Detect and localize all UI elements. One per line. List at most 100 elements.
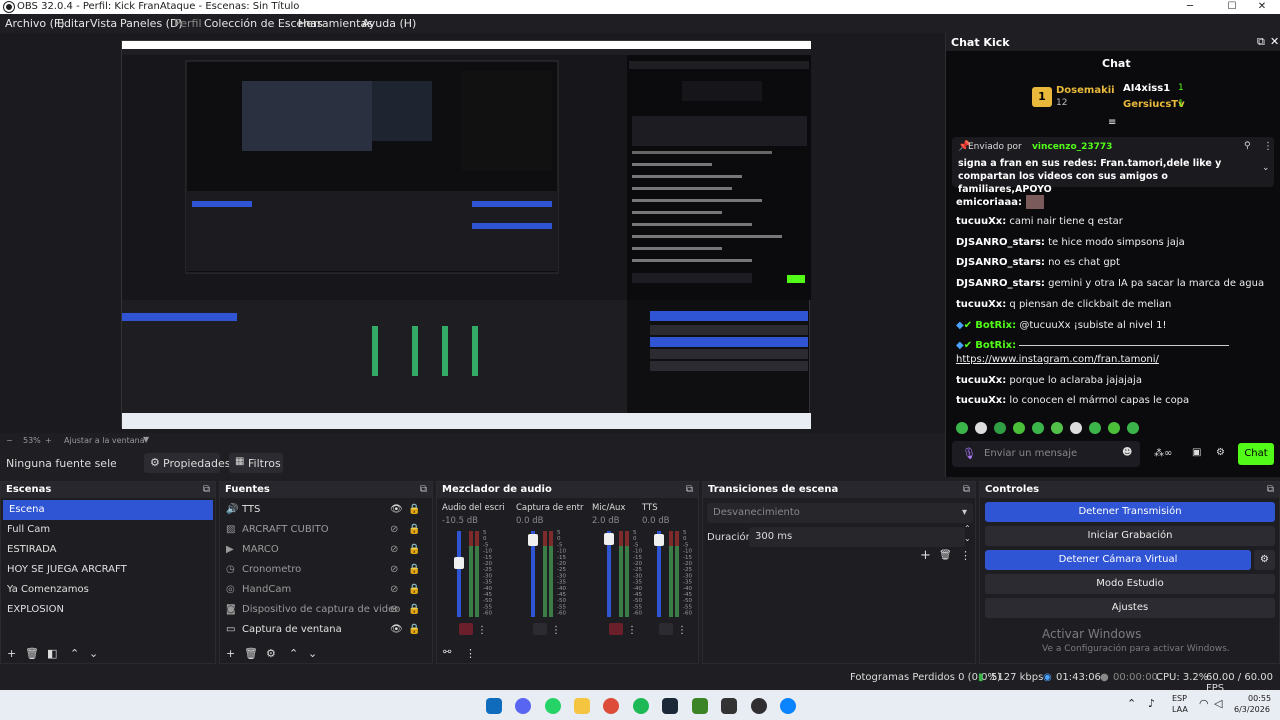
trash-icon[interactable]: 🗑 (25, 647, 39, 660)
popout-icon[interactable]: ⧉ (1267, 482, 1274, 498)
source-item[interactable]: ◷ Cronometro ⊘ 🔒 (220, 560, 432, 580)
source-item[interactable]: ◙ Dispositivo de captura de video ⊘ 🔒 (220, 600, 432, 620)
start-icon[interactable] (486, 698, 502, 714)
chevron-up-icon[interactable]: ⌃ (70, 647, 79, 660)
clock-date[interactable]: 6/3/2026 (1234, 705, 1270, 714)
gear-icon[interactable]: ⚙ (266, 647, 276, 660)
popout-icon[interactable]: ⧉ (686, 482, 693, 498)
eye-hidden-icon[interactable]: ⊘ (390, 560, 398, 580)
discord-icon[interactable] (515, 698, 531, 714)
source-item[interactable]: ▭ Captura de ventana 👁 🔒 (220, 620, 432, 640)
virtual-cam-settings-button[interactable]: ⚙ (1254, 550, 1275, 570)
scene-item[interactable]: ESTIRADA (1, 540, 215, 560)
stop-virtual-cam-button[interactable]: Detener Cámara Virtual (985, 550, 1251, 570)
lock-icon[interactable]: 🔒 (408, 560, 420, 580)
spotify-icon[interactable] (633, 698, 649, 714)
settings-button[interactable]: Ajustes (985, 598, 1275, 618)
lock-icon[interactable]: 🔒 (408, 580, 420, 600)
zoom-out-button[interactable]: − (6, 436, 13, 445)
folder-icon[interactable] (574, 698, 590, 714)
keyboard-layout[interactable]: LAA (1172, 705, 1188, 714)
language-code[interactable]: ESP (1172, 694, 1187, 703)
chat-settings-icon[interactable]: ⚙ (1216, 447, 1225, 458)
lock-icon[interactable]: 🔒 (408, 520, 420, 540)
chat-link[interactable]: https://www.instagram.com/fran.tamoni/ (956, 354, 1159, 365)
source-item[interactable]: ◎ HandCam ⊘ 🔒 (220, 580, 432, 600)
spin-up-icon[interactable]: ⌃ (964, 524, 971, 533)
spin-down-icon[interactable]: ⌄ (964, 534, 971, 543)
epic-games-icon[interactable] (721, 698, 737, 714)
mute-button[interactable] (533, 623, 547, 635)
chevron-down-icon[interactable]: ▼ (143, 435, 149, 444)
whatsapp-icon[interactable] (545, 698, 561, 714)
more-options-icon[interactable]: ⋮ (465, 647, 476, 660)
chrome-icon[interactable] (603, 698, 619, 714)
menu-editar[interactable]: Editar (57, 17, 90, 30)
volume-icon[interactable]: ◁ (1214, 697, 1222, 710)
wifi-icon[interactable]: ◠ (1199, 697, 1209, 710)
start-recording-button[interactable]: Iniciar Grabación (985, 526, 1275, 546)
mute-button[interactable] (609, 623, 623, 635)
source-item[interactable]: ▨ ARCRAFT CUBITO ⊘ 🔒 (220, 520, 432, 540)
close-button[interactable]: ✕ (1244, 0, 1280, 14)
obs-icon[interactable] (751, 698, 767, 714)
menu-perfil[interactable]: Perfil (174, 17, 202, 30)
eye-hidden-icon[interactable]: ⊘ (390, 580, 398, 600)
minecraft-icon[interactable] (692, 698, 708, 714)
unpin-icon[interactable]: ⚲ (1244, 141, 1251, 151)
message-input[interactable]: 🎙 Enviar un mensaje ☻ (952, 441, 1140, 467)
add-icon[interactable]: + (226, 647, 235, 660)
lock-icon[interactable]: 🔒 (408, 500, 420, 520)
expand-leaderboard-icon[interactable]: ≡ (1108, 117, 1116, 128)
source-item[interactable]: ▶ MARCO ⊘ 🔒 (220, 540, 432, 560)
mute-button[interactable] (659, 623, 673, 635)
minimize-button[interactable]: ─ (1172, 0, 1208, 14)
gift-icon[interactable]: ▣ (1192, 447, 1201, 458)
popout-icon[interactable]: ⧉ (420, 482, 427, 498)
lock-icon[interactable]: 🔒 (408, 600, 420, 620)
more-options-icon[interactable]: ⋮ (960, 549, 971, 562)
clock-time[interactable]: 00:55 (1248, 694, 1271, 703)
popout-icon[interactable]: ⧉ (203, 482, 210, 498)
channel-menu-icon[interactable]: ⋮ (677, 625, 687, 636)
filter-icon[interactable]: ◧ (47, 647, 57, 660)
more-options-icon[interactable]: ⋮ (1263, 141, 1273, 152)
add-icon[interactable]: + (920, 548, 931, 563)
tray-chevron-icon[interactable]: ⌃ (1127, 697, 1136, 710)
filters-button[interactable]: ▦ Filtros (229, 453, 283, 473)
emoji-icon[interactable]: ☻ (1122, 447, 1132, 458)
lock-icon[interactable]: 🔒 (408, 540, 420, 560)
scene-item[interactable]: Ya Comenzamos (1, 580, 215, 600)
eye-hidden-icon[interactable]: ⊘ (390, 540, 398, 560)
properties-button[interactable]: ⚙ Propiedades (144, 453, 230, 473)
points-icon[interactable]: ⁂∞ (1154, 448, 1172, 459)
mic-icon[interactable]: 🎙 (962, 447, 976, 460)
channel-menu-icon[interactable]: ⋮ (551, 625, 561, 636)
popout-icon[interactable]: ⧉ (1257, 35, 1265, 49)
chevron-down-icon[interactable]: ⌄ (308, 647, 317, 660)
eye-icon[interactable]: 👁 (390, 500, 403, 520)
menu-ayuda[interactable]: Ayuda (H) (362, 17, 416, 30)
trash-icon[interactable]: 🗑 (939, 550, 952, 561)
lock-icon[interactable]: 🔒 (408, 620, 420, 640)
add-icon[interactable]: + (7, 647, 16, 660)
scene-item[interactable]: Full Cam (1, 520, 215, 540)
channel-menu-icon[interactable]: ⋮ (477, 625, 487, 636)
steam-icon[interactable] (662, 698, 678, 714)
link-icon[interactable]: ⚯ (443, 647, 451, 658)
menu-vista[interactable]: Vista (90, 17, 117, 30)
edge-icon[interactable] (780, 698, 796, 714)
popout-icon[interactable]: ⧉ (963, 482, 970, 498)
stop-stream-button[interactable]: Detener Transmisión (985, 502, 1275, 522)
source-item[interactable]: 🔊 TTS 👁 🔒 (220, 500, 432, 520)
transition-select[interactable]: Desvanecimiento ▾ (707, 503, 973, 523)
close-dock-icon[interactable]: ✕ (1270, 35, 1279, 48)
chevron-down-icon[interactable]: ⌄ (89, 647, 98, 660)
chevron-down-icon[interactable]: ⌄ (1262, 163, 1270, 173)
send-chat-button[interactable]: Chat (1238, 443, 1274, 465)
fit-to-window-label[interactable]: Ajustar a la ventana (64, 436, 145, 445)
scene-item[interactable]: Escena (3, 500, 213, 520)
menu-archivo[interactable]: Archivo (F) (5, 17, 65, 30)
studio-mode-button[interactable]: Modo Estudio (985, 574, 1275, 594)
zoom-in-button[interactable]: + (45, 436, 52, 445)
